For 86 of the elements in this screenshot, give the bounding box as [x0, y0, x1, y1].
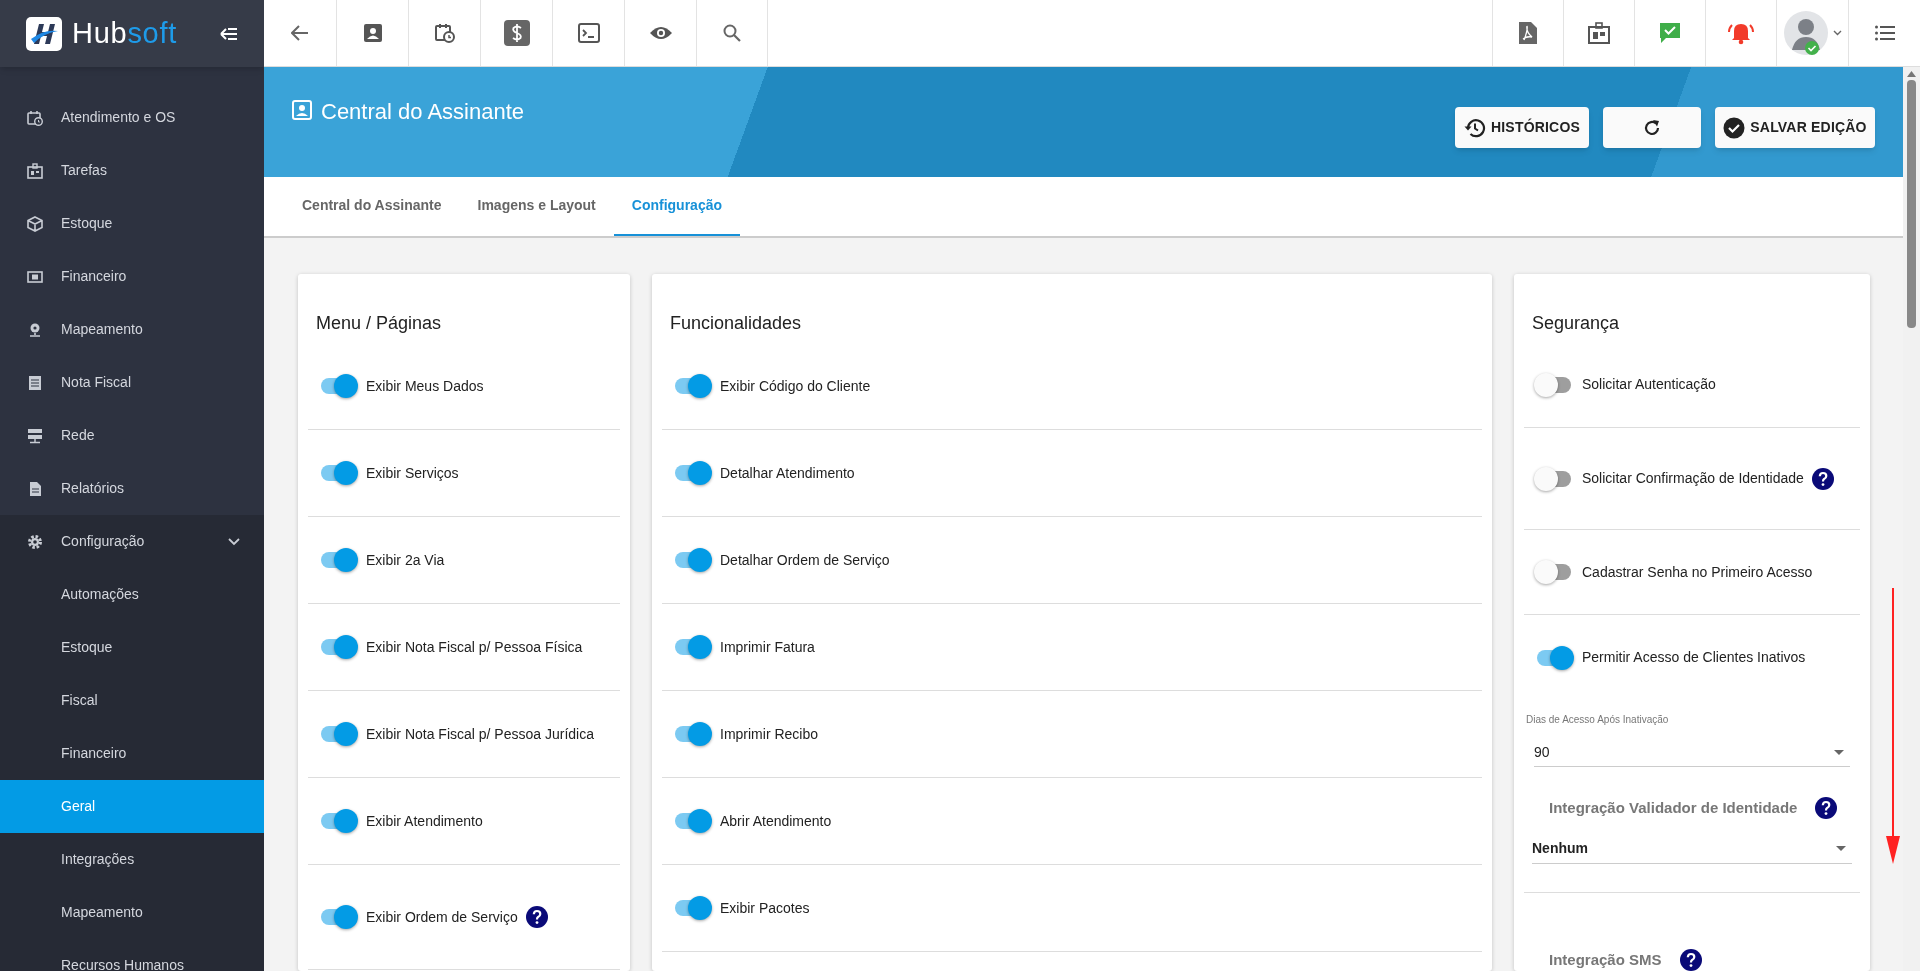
search-icon[interactable] [723, 24, 741, 42]
history-icon [1463, 116, 1486, 139]
refresh-button[interactable] [1603, 107, 1701, 148]
toggle-label: Exibir Nota Fiscal p/ Pessoa Física [366, 637, 583, 657]
tab[interactable]: Imagens e Layout [459, 177, 614, 236]
page-title: Central do Assinante [321, 98, 525, 126]
toggle-label: Imprimir Recibo [720, 724, 818, 744]
terminal-icon[interactable] [577, 23, 600, 43]
toggle-label: Imprimir Fatura [720, 637, 815, 657]
sidebar-subitem[interactable]: Fiscal [0, 674, 264, 727]
sidebar-item[interactable]: Atendimento e OS [0, 91, 264, 144]
sidebar-item[interactable]: Rede [0, 409, 264, 462]
help-icon[interactable] [1815, 797, 1838, 820]
dollar-icon[interactable] [503, 20, 530, 46]
field-label: Dias de Acesso Após Inativação [1526, 713, 1670, 727]
chat-check-icon[interactable] [1658, 21, 1682, 45]
sidebar-item[interactable]: Tarefas [0, 144, 264, 197]
sidebar-subitem[interactable]: Estoque [0, 621, 264, 674]
help-icon[interactable] [1679, 948, 1702, 971]
logo-text: Hubsoft [72, 19, 178, 48]
scrollbar[interactable] [1903, 67, 1920, 971]
toggle-label: Abrir Atendimento [720, 811, 832, 831]
toggle-label: Exibir Serviços [366, 463, 459, 483]
toggle-label: Solicitar Autenticação [1582, 375, 1716, 395]
dropdown-caret-icon [1836, 845, 1846, 851]
toggle-label: Exibir Pacotes [720, 898, 810, 918]
eye-icon[interactable] [648, 25, 673, 41]
box-icon [27, 215, 43, 232]
toggle-label: Permitir Acesso de Clientes Inativos [1582, 648, 1806, 668]
toggle-label: Detalhar Ordem de Serviço [720, 550, 890, 570]
card-title: Segurança [1531, 312, 1621, 335]
tab[interactable]: Central do Assinante [284, 177, 460, 236]
back-arrow-icon[interactable] [291, 25, 309, 41]
banknote-icon [27, 268, 43, 285]
toggle-label: Exibir Ordem de Serviço [366, 907, 518, 927]
caret-icon[interactable] [1833, 30, 1842, 36]
file-icon [27, 480, 43, 497]
help-icon[interactable] [1811, 467, 1834, 490]
sidebar-item[interactable]: Nota Fiscal [0, 356, 264, 409]
save-button[interactable]: SALVAR EDIÇÃO [1715, 107, 1875, 148]
sidebar-item[interactable]: Financeiro [0, 250, 264, 303]
briefcase-icon [27, 162, 43, 179]
toggle-label: Cadastrar Senha no Primeiro Acesso [1582, 562, 1813, 582]
document-icon [27, 374, 43, 391]
contact-card-icon[interactable] [363, 24, 382, 42]
help-icon[interactable] [525, 906, 548, 928]
building-icon[interactable] [1588, 22, 1610, 44]
scrollbar-thumb[interactable] [1907, 80, 1916, 328]
sidebar-item[interactable]: Estoque [0, 197, 264, 250]
section-label: Integração Validador de Identidade [1549, 798, 1798, 818]
dropdown-caret-icon [1834, 750, 1844, 755]
toggle-label: Detalhar Atendimento [720, 463, 855, 483]
refresh-icon [1643, 118, 1661, 137]
bell-icon[interactable] [1728, 21, 1754, 45]
sidebar-subitem[interactable]: Integrações [0, 833, 264, 886]
sidebar-item[interactable]: Mapeamento [0, 303, 264, 356]
toggle-label: Exibir Atendimento [366, 811, 483, 831]
sidebar-item[interactable]: Configuração [0, 515, 264, 568]
toggle-label: Exibir Código do Cliente [720, 376, 871, 396]
toggle-label: Exibir Meus Dados [366, 376, 484, 396]
sidebar-subitem[interactable]: Mapeamento [0, 886, 264, 939]
collapse-menu-icon[interactable] [220, 26, 238, 41]
gear-icon [27, 533, 43, 550]
history-button[interactable]: HISTÓRICOS [1455, 107, 1589, 148]
sidebar-subitem[interactable]: Financeiro [0, 727, 264, 780]
check-circle-icon [1723, 116, 1746, 139]
select-field[interactable]: Nenhum [1532, 833, 1852, 864]
calendar-clock-icon[interactable] [434, 23, 455, 43]
server-icon [27, 427, 43, 444]
toggle-label: Exibir Nota Fiscal p/ Pessoa Jurídica [366, 724, 594, 744]
avatar-icon[interactable] [1783, 10, 1829, 56]
list-menu-icon[interactable] [1874, 25, 1895, 41]
card-title: Funcionalidades [669, 312, 803, 335]
toggle-label: Exibir 2a Via [366, 550, 445, 570]
calendar-clock-icon [27, 109, 43, 126]
section-label: Integração SMS [1549, 949, 1662, 970]
sidebar-subitem[interactable]: Recursos Humanos [0, 939, 264, 971]
card-title: Menu / Páginas [315, 312, 443, 335]
logo-icon [26, 16, 62, 51]
scroll-up-icon[interactable] [1907, 71, 1916, 77]
select-field[interactable]: 90 [1534, 739, 1850, 767]
sidebar-subitem[interactable]: Automações [0, 568, 264, 621]
contact-card-icon [292, 100, 312, 120]
pdf-file-icon[interactable] [1519, 22, 1537, 44]
sidebar-item[interactable]: Relatórios [0, 462, 264, 515]
toggle-label: Solicitar Confirmação de Identidade [1582, 469, 1804, 489]
